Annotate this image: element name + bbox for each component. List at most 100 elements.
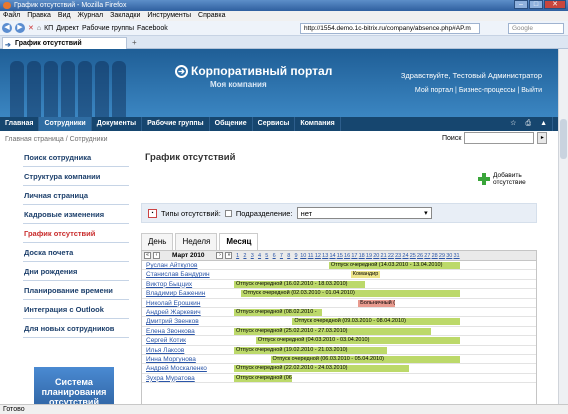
day-link[interactable]: 31 [453, 251, 460, 261]
topmenu-services[interactable]: Сервисы [253, 117, 296, 131]
tab-month[interactable]: Месяц [219, 233, 259, 250]
day-link[interactable]: 7 [278, 251, 285, 261]
employee-name[interactable]: Сергей Котик [146, 336, 186, 345]
next-month-icon[interactable]: › [216, 252, 224, 259]
day-link[interactable]: 28 [431, 251, 438, 261]
employee-name[interactable]: Андрей Москаленко [146, 364, 207, 373]
day-link[interactable]: 19 [365, 251, 372, 261]
absence-bar[interactable]: Отпуск очередной (22.02.2010 - 24.03.201… [234, 365, 410, 373]
menu-item[interactable]: Инструменты [147, 11, 191, 21]
absence-bar[interactable]: Отпуск очередной (16.02.2010 - 18.03.201… [234, 280, 366, 288]
absence-bar[interactable]: Отпуск очередной (06.02.2 [234, 374, 293, 382]
day-link[interactable]: 21 [380, 251, 387, 261]
day-link[interactable]: 14 [329, 251, 336, 261]
sidebar-item-structure[interactable]: Структура компании [23, 167, 129, 186]
day-link[interactable]: 30 [446, 251, 453, 261]
search-input[interactable] [464, 132, 535, 144]
minimize-icon[interactable]: – [514, 0, 528, 9]
day-link[interactable]: 18 [358, 251, 365, 261]
employee-name[interactable]: Инна Моргунова [146, 355, 196, 364]
topmenu-communication[interactable]: Общение [210, 117, 253, 131]
absence-bar[interactable]: Отпуск очередной (09.03.2010 - 08.04.201… [292, 318, 461, 326]
menu-item[interactable]: Правка [27, 11, 51, 21]
employee-name[interactable]: Николай Ерошкин [146, 299, 200, 308]
portal-logo[interactable]: ➔ Корпоративный портал [175, 64, 332, 78]
employee-name[interactable]: Андрей Жаркевич [146, 308, 201, 317]
absence-bar[interactable]: Отпуск очередной (04.03.2010 - 03.04.201… [255, 337, 461, 345]
day-link[interactable]: 4 [256, 251, 263, 261]
employee-name[interactable]: Виктор Быццих [146, 280, 192, 289]
web-search-input[interactable]: Google [508, 23, 564, 34]
topmenu-employees[interactable]: Сотрудники [39, 117, 92, 131]
favorite-star-icon[interactable]: ☆ [510, 117, 516, 131]
stop-icon[interactable]: ✕ [28, 24, 34, 32]
day-link[interactable]: 15 [336, 251, 343, 261]
sidebar-item-search[interactable]: Поиск сотрудника [23, 148, 129, 167]
menu-item[interactable]: Вид [58, 11, 71, 21]
day-link[interactable]: 12 [314, 251, 321, 261]
absence-bar[interactable]: Больничный (18 [358, 299, 395, 307]
employee-name[interactable]: Дмитрий Звенков [146, 317, 199, 326]
employee-name[interactable]: Станислав Бандурин [146, 270, 210, 279]
absence-bar[interactable]: Командир [350, 271, 380, 279]
menu-item[interactable]: Журнал [78, 11, 104, 21]
search-go-icon[interactable]: ▸ [537, 132, 548, 144]
breadcrumb[interactable]: Главная страница / Сотрудники [5, 136, 108, 143]
employee-name[interactable]: Елена Звонкова [146, 327, 195, 336]
bookmark-direct[interactable]: Директ [56, 25, 79, 32]
home-icon[interactable]: ⌂ [37, 25, 41, 32]
day-link[interactable]: 29 [438, 251, 445, 261]
forward-icon[interactable]: ▶ [15, 23, 25, 33]
vertical-scrollbar[interactable] [558, 49, 568, 404]
department-select[interactable]: нет [296, 207, 432, 219]
day-link[interactable]: 24 [402, 251, 409, 261]
last-month-icon[interactable]: » [225, 252, 233, 259]
topmenu-workgroups[interactable]: Рабочие группы [142, 117, 210, 131]
menu-item[interactable]: Закладки [110, 11, 140, 21]
sidebar-item-new-employees[interactable]: Для новых сотрудников [23, 319, 129, 338]
absence-bar[interactable]: Отпуск очередной (08.02.2010 - [234, 308, 322, 316]
day-link[interactable]: 23 [395, 251, 402, 261]
bookmark-kp[interactable]: КП [44, 25, 53, 32]
day-link[interactable]: 20 [373, 251, 380, 261]
employee-name[interactable]: Зухра Муратова [146, 374, 195, 383]
sidebar-item-personal[interactable]: Личная страница [23, 186, 129, 205]
bookmark-workgroups[interactable]: Рабочие группы [82, 25, 134, 32]
address-bar[interactable]: http://1554.demo.1c-bitrix.ru/company/ab… [300, 23, 480, 34]
browser-tab[interactable]: ➔ График отсутствий [2, 37, 127, 49]
maximize-icon[interactable]: □ [529, 0, 543, 9]
employee-name[interactable]: Владимир Баженин [146, 289, 205, 298]
first-month-icon[interactable]: « [144, 252, 151, 259]
employee-name[interactable]: Руслан Айткулов [146, 261, 197, 270]
day-link[interactable]: 8 [285, 251, 292, 261]
header-links[interactable]: Мой портал | Бизнес-процессы | Выйти [415, 87, 542, 94]
tab-week[interactable]: Неделя [175, 233, 218, 250]
absence-types-checkbox[interactable] [224, 209, 232, 217]
sidebar-item-birthdays[interactable]: Дни рождения [23, 262, 129, 281]
topmenu-documents[interactable]: Документы [92, 117, 143, 131]
day-link[interactable]: 27 [424, 251, 431, 261]
absence-bar[interactable]: Отпуск очередной (06.03.2010 - 05.04.201… [270, 355, 461, 363]
day-link[interactable]: 25 [409, 251, 416, 261]
new-tab-icon[interactable]: + [132, 38, 137, 47]
absence-bar[interactable]: Отпуск очередной (25.02.2010 - 27.03.201… [234, 327, 432, 335]
bookmark-facebook[interactable]: Facebook [137, 25, 168, 32]
calendar-icon[interactable]: ▪ [148, 208, 157, 218]
day-link[interactable]: 13 [322, 251, 329, 261]
day-link[interactable]: 5 [263, 251, 270, 261]
menu-item[interactable]: Справка [198, 11, 225, 21]
employee-name[interactable]: Илья Лаксов [146, 346, 184, 355]
collapse-icon[interactable]: ▲ [540, 117, 547, 131]
day-link[interactable]: 6 [270, 251, 277, 261]
scrollbar-thumb[interactable] [560, 119, 567, 159]
day-link[interactable]: 10 [300, 251, 307, 261]
day-link[interactable]: 9 [292, 251, 299, 261]
day-link[interactable]: 1 [234, 251, 241, 261]
day-link[interactable]: 3 [249, 251, 256, 261]
close-icon[interactable]: ✕ [544, 0, 566, 9]
tab-day[interactable]: День [141, 233, 174, 250]
sidebar-item-honor-board[interactable]: Доска почета [23, 243, 129, 262]
day-link[interactable]: 16 [343, 251, 350, 261]
sidebar-item-time-planning[interactable]: Планирование времени [23, 281, 129, 300]
topmenu-company[interactable]: Компания [295, 117, 341, 131]
